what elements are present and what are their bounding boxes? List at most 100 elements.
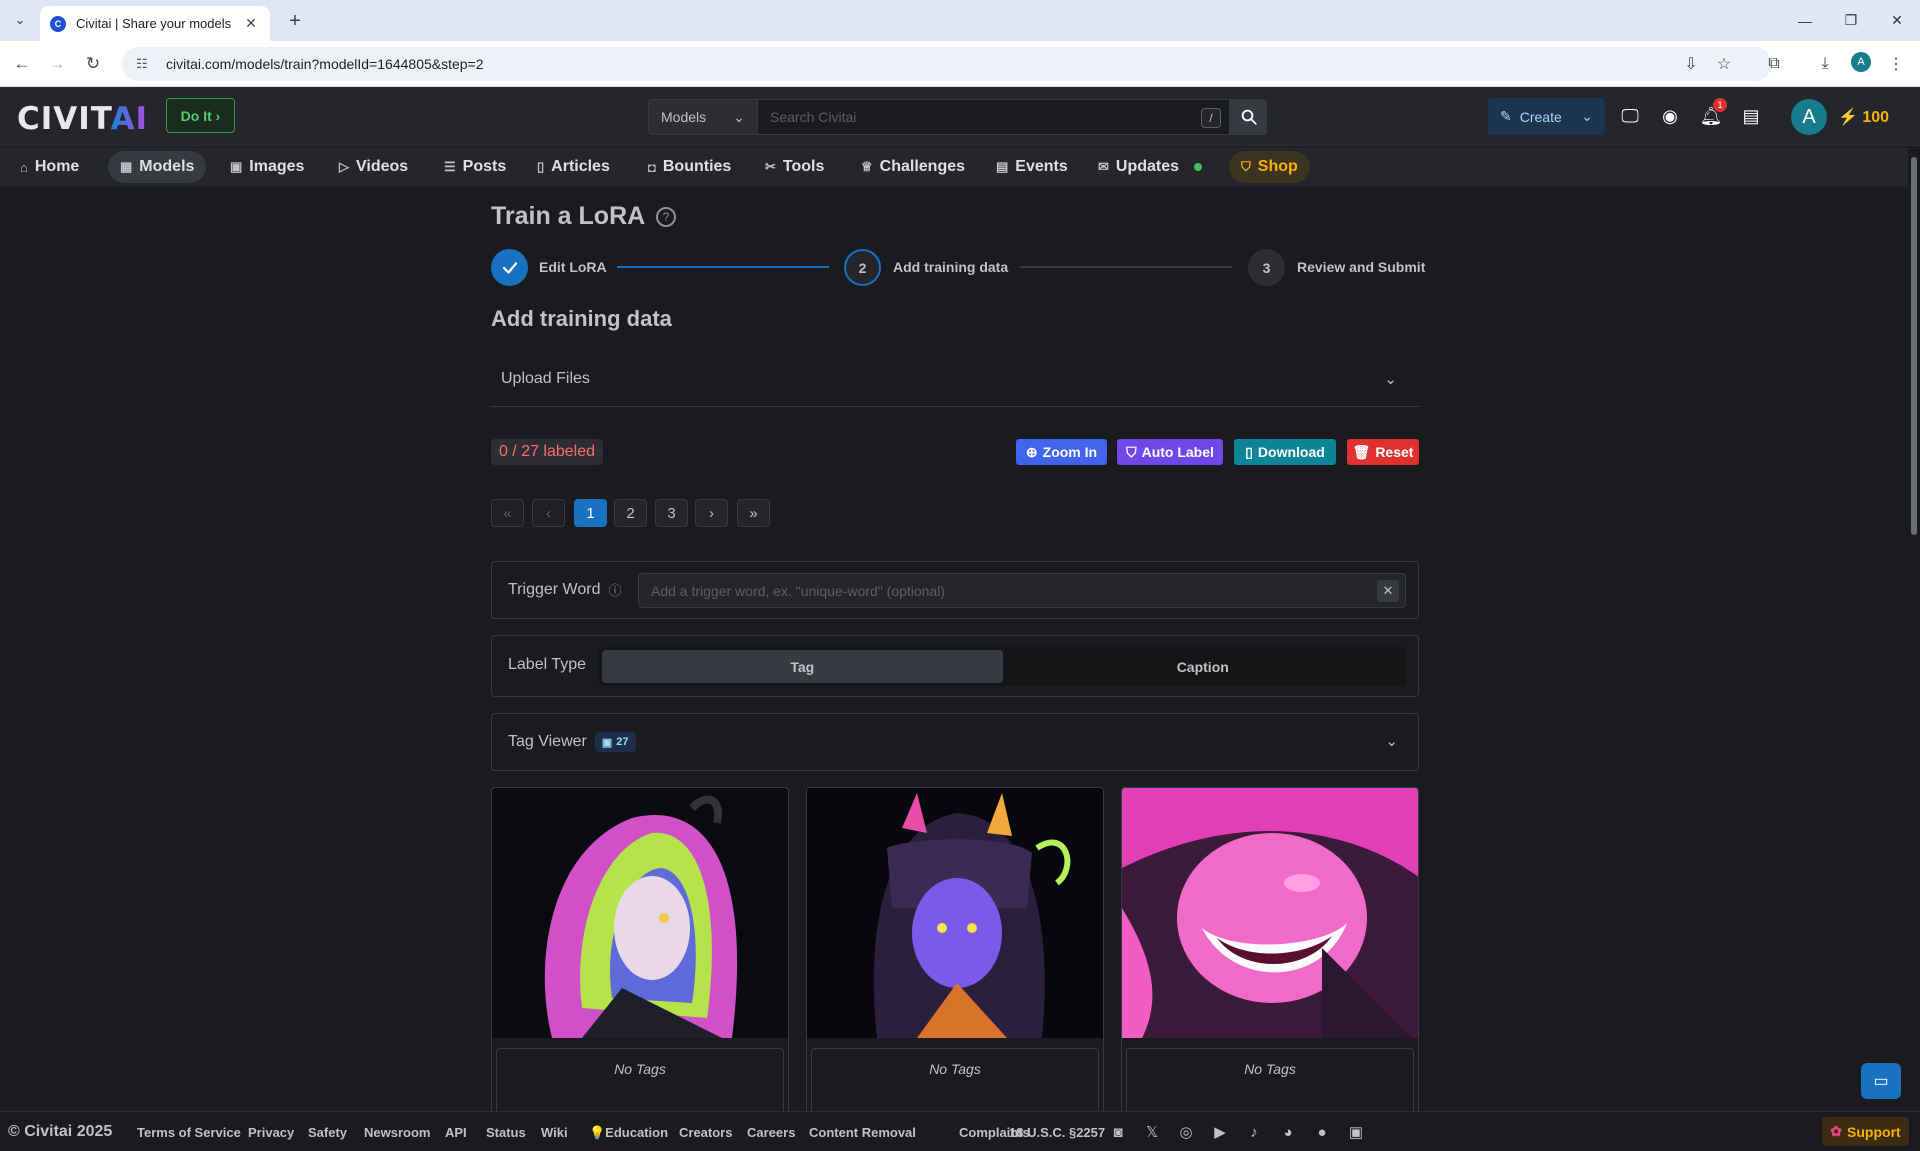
window-close-icon[interactable]: ✕ bbox=[1874, 0, 1920, 41]
eye-icon[interactable]: ◉ bbox=[1657, 103, 1683, 129]
url-text[interactable]: civitai.com/models/train?modelId=1644805… bbox=[166, 56, 484, 72]
twitch-icon[interactable]: ▣ bbox=[1346, 1122, 1366, 1142]
nav-item-shop[interactable]: ⛉ Shop bbox=[1229, 151, 1310, 183]
downloads-icon[interactable]: ⤓ bbox=[1813, 52, 1837, 76]
label-type-caption-option[interactable]: Caption bbox=[1003, 650, 1404, 683]
moderation-screen-icon[interactable]: 🖵 bbox=[1617, 103, 1643, 129]
footer-link-privacy[interactable]: Privacy bbox=[248, 1125, 294, 1140]
zoom-in-button[interactable]: ⊕ Zoom In bbox=[1016, 439, 1107, 465]
scroll-thumb[interactable] bbox=[1911, 157, 1917, 535]
pagination-page[interactable]: 2 bbox=[614, 499, 647, 527]
help-icon[interactable]: ? bbox=[656, 207, 676, 227]
instagram-icon[interactable]: ◎ bbox=[1176, 1122, 1196, 1142]
pagination-page[interactable]: 1 bbox=[574, 499, 607, 527]
url-bar[interactable]: ☷ civitai.com/models/train?modelId=16448… bbox=[122, 47, 1772, 81]
github-icon[interactable]: ● bbox=[1312, 1122, 1332, 1142]
civitai-logo[interactable]: CIVITAI bbox=[17, 101, 148, 137]
search-button[interactable] bbox=[1230, 99, 1267, 135]
footer-link-education[interactable]: 💡Education bbox=[589, 1125, 668, 1141]
nav-item-events[interactable]: ▤ Events bbox=[984, 151, 1080, 183]
new-tab-icon[interactable]: + bbox=[282, 8, 308, 34]
pagination-next[interactable]: › bbox=[695, 499, 728, 527]
training-image[interactable] bbox=[492, 788, 788, 1038]
step-2-circle[interactable]: 2 bbox=[844, 249, 881, 286]
reset-button[interactable]: 🗑︎ Reset bbox=[1347, 439, 1419, 465]
download-button[interactable]: ▯ Download bbox=[1234, 439, 1336, 465]
image-tags-box[interactable]: No Tags bbox=[496, 1048, 784, 1116]
upload-files-accordion[interactable]: Upload Files ⌄ bbox=[491, 352, 1419, 407]
browser-profile-avatar[interactable]: A bbox=[1851, 52, 1871, 72]
tab-search-icon[interactable]: ⌄ bbox=[8, 8, 32, 32]
back-icon[interactable]: ← bbox=[10, 52, 34, 76]
support-button[interactable]: ✿ Support bbox=[1822, 1117, 1909, 1146]
site-info-icon[interactable]: ☷ bbox=[136, 56, 154, 72]
pagination-first[interactable]: « bbox=[491, 499, 524, 527]
youtube-icon[interactable]: ▶ bbox=[1210, 1122, 1230, 1142]
forward-icon[interactable]: → bbox=[45, 52, 69, 76]
pagination-last[interactable]: » bbox=[737, 499, 770, 527]
auto-label-button[interactable]: ⛉ Auto Label bbox=[1117, 439, 1223, 465]
tag-viewer-accordion[interactable]: Tag Viewer ▣ 27 ⌄ bbox=[491, 713, 1419, 771]
image-tags-box[interactable]: No Tags bbox=[1126, 1048, 1414, 1116]
nav-item-tools[interactable]: ✂ Tools bbox=[753, 151, 836, 183]
page-scrollbar[interactable] bbox=[1908, 147, 1920, 1111]
footer-link-2257[interactable]: 18 U.S.C. §2257 bbox=[1009, 1125, 1105, 1140]
reload-icon[interactable]: ↻ bbox=[81, 52, 105, 76]
search-category-select[interactable]: Models ⌄ bbox=[648, 99, 758, 135]
training-image-card[interactable]: No Tags bbox=[1121, 787, 1419, 1117]
nav-item-articles[interactable]: ▯ Articles bbox=[525, 151, 622, 183]
label-type-tag-option[interactable]: Tag bbox=[602, 650, 1003, 683]
pagination-prev[interactable]: ‹ bbox=[532, 499, 565, 527]
discord-icon[interactable]: ◙ bbox=[1108, 1122, 1128, 1142]
training-image[interactable] bbox=[1122, 788, 1418, 1038]
trigger-word-input[interactable]: Add a trigger word, ex. "unique-word" (o… bbox=[638, 573, 1406, 608]
install-app-icon[interactable]: ⇩ bbox=[1679, 52, 1703, 76]
training-image-card[interactable]: No Tags bbox=[491, 787, 789, 1117]
minimize-icon[interactable]: — bbox=[1782, 0, 1828, 41]
search-input[interactable]: Search Civitai / bbox=[758, 99, 1230, 135]
info-icon[interactable]: ⓘ bbox=[608, 580, 621, 599]
nav-item-models[interactable]: ▦ Models bbox=[108, 151, 207, 183]
footer-link-newsroom[interactable]: Newsroom bbox=[364, 1125, 430, 1140]
footer-link-creators[interactable]: Creators bbox=[679, 1125, 732, 1140]
chevron-down-icon[interactable]: ⌄ bbox=[1581, 108, 1593, 125]
image-tags-box[interactable]: No Tags bbox=[811, 1048, 1099, 1116]
pagination-page[interactable]: 3 bbox=[655, 499, 688, 527]
extensions-icon[interactable]: ⧉ bbox=[1762, 52, 1786, 76]
footer-link-safety[interactable]: Safety bbox=[308, 1125, 347, 1140]
footer-link-content-removal[interactable]: Content Removal bbox=[809, 1125, 916, 1140]
footer-link-terms[interactable]: Terms of Service bbox=[137, 1125, 241, 1140]
footer-link-api[interactable]: API bbox=[445, 1125, 467, 1140]
create-button[interactable]: ✎ Create ⌄ bbox=[1488, 98, 1605, 135]
buzz-balance[interactable]: ⚡ 100 bbox=[1838, 107, 1889, 127]
restore-icon[interactable]: ❐ bbox=[1828, 0, 1874, 41]
chat-fab-button[interactable]: ▭ bbox=[1861, 1063, 1901, 1099]
footer-link-status[interactable]: Status bbox=[486, 1125, 526, 1140]
nav-item-home[interactable]: ⌂ Home bbox=[8, 151, 91, 183]
training-image[interactable] bbox=[807, 788, 1103, 1038]
footer-link-wiki[interactable]: Wiki bbox=[541, 1125, 568, 1140]
nav-item-videos[interactable]: ▷ Videos bbox=[327, 151, 420, 183]
training-image-card[interactable]: No Tags bbox=[806, 787, 1104, 1117]
bookmark-star-icon[interactable]: ☆ bbox=[1712, 52, 1736, 76]
user-avatar[interactable]: A bbox=[1791, 99, 1827, 135]
footer-link-careers[interactable]: Careers bbox=[747, 1125, 795, 1140]
step-1-check-icon[interactable] bbox=[491, 249, 528, 286]
clear-icon[interactable]: ✕ bbox=[1377, 580, 1399, 602]
nav-item-bounties[interactable]: ◘ Bounties bbox=[636, 151, 743, 183]
nav-item-challenges[interactable]: ♕ Challenges bbox=[849, 151, 977, 183]
step-3-circle[interactable]: 3 bbox=[1248, 249, 1285, 286]
nav-item-updates[interactable]: ✉ Updates bbox=[1086, 151, 1214, 183]
nav-item-posts[interactable]: ☰ Posts bbox=[432, 151, 518, 183]
tiktok-icon[interactable]: ♪ bbox=[1244, 1122, 1264, 1142]
lifebuoy-icon: ✿ bbox=[1830, 1123, 1843, 1139]
tab-close-icon[interactable]: ✕ bbox=[242, 15, 260, 32]
chat-icon[interactable]: ▤ bbox=[1738, 103, 1764, 129]
nav-item-images[interactable]: ▣ Images bbox=[218, 151, 316, 183]
browser-menu-icon[interactable]: ⋮ bbox=[1884, 52, 1908, 76]
x-twitter-icon[interactable]: 𝕏 bbox=[1142, 1122, 1162, 1142]
copyright: © Civitai 2025 bbox=[8, 1123, 113, 1140]
reddit-icon[interactable]: ◕ bbox=[1278, 1122, 1298, 1142]
do-it-button[interactable]: Do It › bbox=[166, 98, 235, 133]
browser-tab[interactable]: C Civitai | Share your models ✕ bbox=[40, 6, 270, 41]
